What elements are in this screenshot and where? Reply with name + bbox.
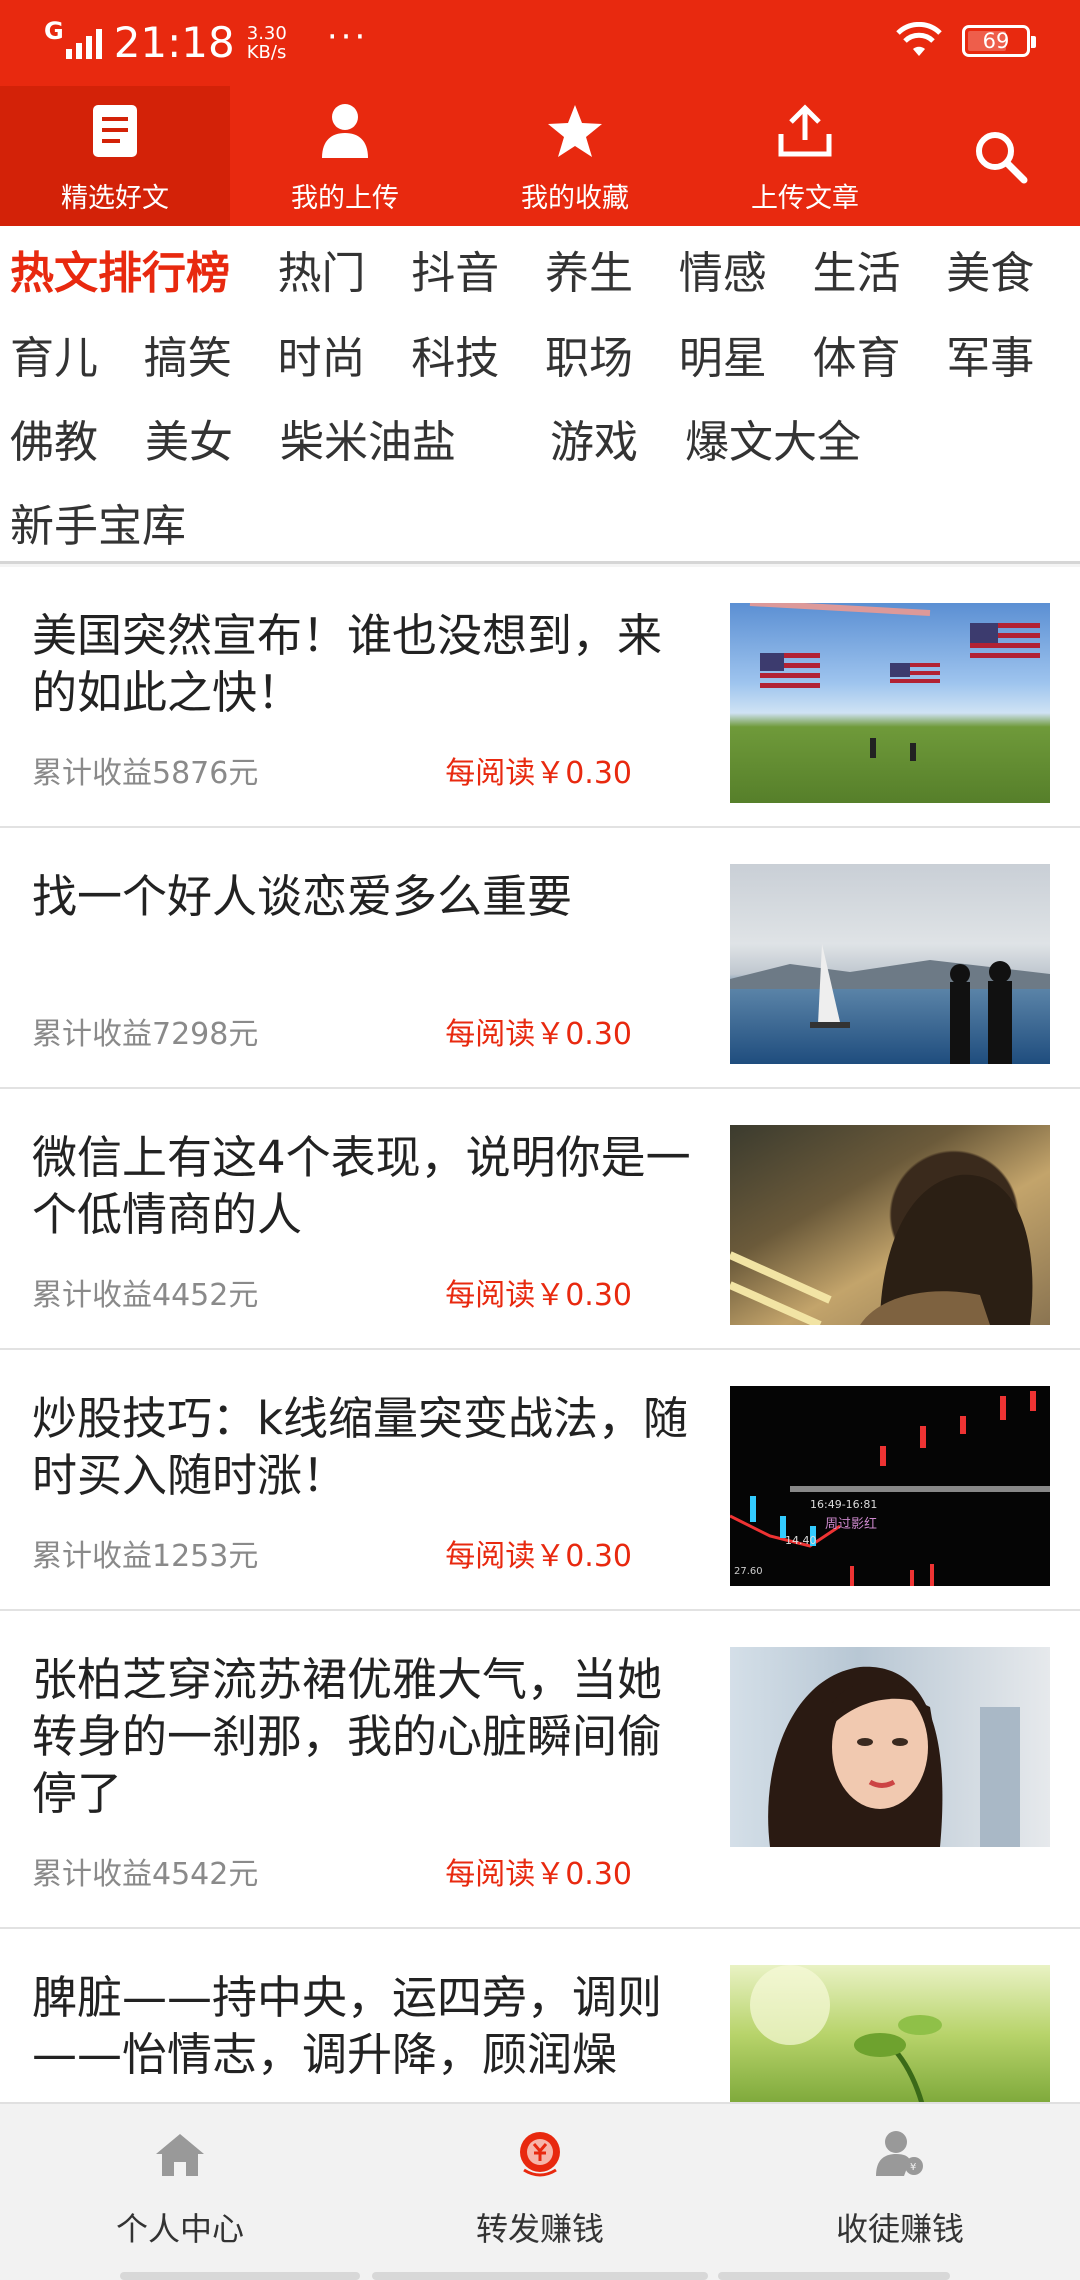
article-item[interactable]: 微信上有这4个表现，说明你是一个低情商的人 累计收益4452元 每阅读￥0.30 bbox=[0, 1089, 1080, 1350]
nav-my-uploads[interactable]: 我的上传 bbox=[230, 86, 460, 226]
category-row: 佛教 美女 柴米油盐 游戏 爆文大全 bbox=[10, 396, 1080, 480]
nav-my-favorites[interactable]: 我的收藏 bbox=[460, 86, 690, 226]
category-row: 育儿 搞笑 时尚 科技 职场 明星 体育 军事 bbox=[10, 312, 1080, 396]
article-list: 美国突然宣布！谁也没想到，来的如此之快！ 累计收益5876元 每阅读￥0.30 … bbox=[0, 567, 1080, 2102]
article-thumbnail bbox=[730, 1647, 1050, 1847]
category-item[interactable]: 军事 bbox=[946, 322, 1080, 386]
article-price: 每阅读￥0.30 bbox=[445, 756, 632, 791]
nav-upload-article[interactable]: 上传文章 bbox=[690, 86, 920, 226]
svg-text:16:49-16:81: 16:49-16:81 bbox=[810, 1498, 877, 1511]
signal-icon bbox=[65, 27, 102, 59]
article-thumbnail bbox=[730, 1965, 1050, 2102]
article-income: 累计收益4542元 bbox=[32, 1857, 259, 1892]
nav-label: 精选好文 bbox=[61, 183, 169, 214]
article-title: 炒股技巧：k线缩量突变战法，随时买入随时涨！ bbox=[32, 1392, 689, 1502]
article-price: 每阅读￥0.30 bbox=[445, 1017, 632, 1052]
article-income: 累计收益4452元 bbox=[32, 1278, 259, 1313]
category-row: 热文排行榜 热门 抖音 养生 情感 生活 美食 bbox=[10, 226, 1080, 312]
category-item[interactable]: 时尚 bbox=[278, 322, 412, 386]
nav-label: 我的收藏 bbox=[521, 183, 629, 214]
nav-featured-articles[interactable]: 精选好文 bbox=[0, 86, 230, 226]
article-title: 微信上有这4个表现，说明你是一个低情商的人 bbox=[32, 1131, 691, 1241]
svg-text:¥: ¥ bbox=[910, 2162, 916, 2173]
category-item[interactable]: 生活 bbox=[813, 237, 947, 301]
tab-share-earn[interactable]: 转发赚钱 bbox=[360, 2104, 720, 2254]
article-price: 每阅读￥0.30 bbox=[445, 1539, 632, 1574]
status-bar: G 21:18 3.30 KB/s ··· 69 bbox=[0, 0, 1080, 86]
article-income: 累计收益1253元 bbox=[32, 1539, 259, 1574]
wifi-icon bbox=[896, 22, 942, 56]
nav-label: 上传文章 bbox=[751, 183, 859, 214]
network-type: G bbox=[44, 16, 64, 45]
article-thumbnail bbox=[730, 1125, 1050, 1325]
category-item[interactable]: 美女 bbox=[145, 406, 280, 470]
category-row: 新手宝库 bbox=[10, 480, 1080, 564]
user-icon bbox=[315, 100, 375, 162]
bottom-tab-bar: 个人中心 转发赚钱 ¥ 收徒赚钱 bbox=[0, 2102, 1080, 2280]
gesture-bar bbox=[120, 2272, 360, 2280]
svg-text:14.40: 14.40 bbox=[785, 1534, 817, 1547]
search-icon bbox=[976, 132, 1028, 184]
article-thumbnail bbox=[730, 603, 1050, 803]
battery-level: 69 bbox=[982, 29, 1010, 53]
tab-personal-center[interactable]: 个人中心 bbox=[0, 2104, 360, 2254]
category-item[interactable]: 热门 bbox=[278, 237, 412, 301]
article-thumbnail bbox=[730, 864, 1050, 1064]
category-item[interactable]: 体育 bbox=[813, 322, 947, 386]
category-item[interactable]: 育儿 bbox=[10, 322, 144, 386]
star-icon bbox=[545, 100, 605, 162]
category-item[interactable]: 情感 bbox=[679, 237, 813, 301]
article-income: 累计收益7298元 bbox=[32, 1017, 259, 1052]
tab-label: 个人中心 bbox=[115, 2210, 244, 2248]
user-coin-icon: ¥ bbox=[872, 2126, 928, 2182]
more-notifications-icon: ··· bbox=[326, 16, 369, 57]
tab-recruit-earn[interactable]: ¥ 收徒赚钱 bbox=[720, 2104, 1080, 2254]
battery-icon: 69 bbox=[962, 25, 1036, 57]
category-bar: 热文排行榜 热门 抖音 养生 情感 生活 美食 育儿 搞笑 时尚 科技 职场 明… bbox=[0, 226, 1080, 564]
category-item[interactable]: 抖音 bbox=[411, 237, 545, 301]
gesture-bar bbox=[372, 2272, 708, 2280]
nav-label: 我的上传 bbox=[291, 183, 399, 214]
tab-label: 收徒赚钱 bbox=[835, 2210, 964, 2248]
article-title: 美国突然宣布！谁也没想到，来的如此之快！ bbox=[32, 609, 663, 719]
category-item[interactable]: 佛教 bbox=[10, 406, 145, 470]
category-item[interactable]: 科技 bbox=[411, 322, 545, 386]
home-icon bbox=[152, 2126, 208, 2182]
tab-label: 转发赚钱 bbox=[475, 2210, 604, 2248]
top-nav: 精选好文 我的上传 我的收藏 上传文章 bbox=[0, 86, 1080, 226]
upload-icon bbox=[775, 100, 835, 162]
article-item[interactable]: 找一个好人谈恋爱多么重要 累计收益7298元 每阅读￥0.30 bbox=[0, 828, 1080, 1089]
article-item[interactable]: 美国突然宣布！谁也没想到，来的如此之快！ 累计收益5876元 每阅读￥0.30 bbox=[0, 567, 1080, 828]
category-item[interactable]: 爆文大全 bbox=[685, 406, 955, 470]
article-item[interactable]: 张柏芝穿流苏裙优雅大气，当她转身的一刹那，我的心脏瞬间偷停了 累计收益4542元… bbox=[0, 1611, 1080, 1929]
article-price: 每阅读￥0.30 bbox=[445, 1278, 632, 1313]
article-title: 找一个好人谈恋爱多么重要 bbox=[32, 870, 573, 923]
category-hot-ranking[interactable]: 热文排行榜 bbox=[10, 237, 278, 301]
svg-text:周过影红: 周过影红 bbox=[825, 1516, 877, 1532]
category-item[interactable]: 职场 bbox=[545, 322, 679, 386]
category-item[interactable]: 美食 bbox=[946, 237, 1080, 301]
category-item[interactable]: 明星 bbox=[679, 322, 813, 386]
article-title: 脾脏——持中央，运四旁，调则——怡情志，调升降，顾润燥 bbox=[32, 1971, 663, 2081]
category-item[interactable]: 柴米油盐 bbox=[280, 406, 550, 470]
category-item[interactable]: 搞笑 bbox=[144, 322, 278, 386]
search-button[interactable] bbox=[920, 86, 1080, 226]
clock: 21:18 bbox=[113, 18, 235, 67]
article-item[interactable]: 脾脏——持中央，运四旁，调则——怡情志，调升降，顾润燥 bbox=[0, 1929, 1080, 2102]
category-item[interactable]: 游戏 bbox=[550, 406, 685, 470]
network-speed: 3.30 KB/s bbox=[246, 22, 287, 63]
article-price: 每阅读￥0.30 bbox=[445, 1857, 632, 1892]
gesture-bar bbox=[718, 2272, 950, 2280]
article-item[interactable]: 炒股技巧：k线缩量突变战法，随时买入随时涨！ 累计收益1253元 每阅读￥0.3… bbox=[0, 1350, 1080, 1611]
svg-text:27.60: 27.60 bbox=[734, 1566, 763, 1577]
category-item[interactable]: 新手宝库 bbox=[10, 490, 280, 554]
yuan-coin-icon bbox=[512, 2126, 568, 2182]
document-icon bbox=[85, 100, 145, 162]
article-title: 张柏芝穿流苏裙优雅大气，当她转身的一刹那，我的心脏瞬间偷停了 bbox=[32, 1653, 663, 1820]
category-item[interactable]: 养生 bbox=[545, 237, 679, 301]
article-income: 累计收益5876元 bbox=[32, 756, 259, 791]
article-thumbnail: 16:49-16:81 周过影红 14.40 27.60 bbox=[730, 1386, 1050, 1586]
